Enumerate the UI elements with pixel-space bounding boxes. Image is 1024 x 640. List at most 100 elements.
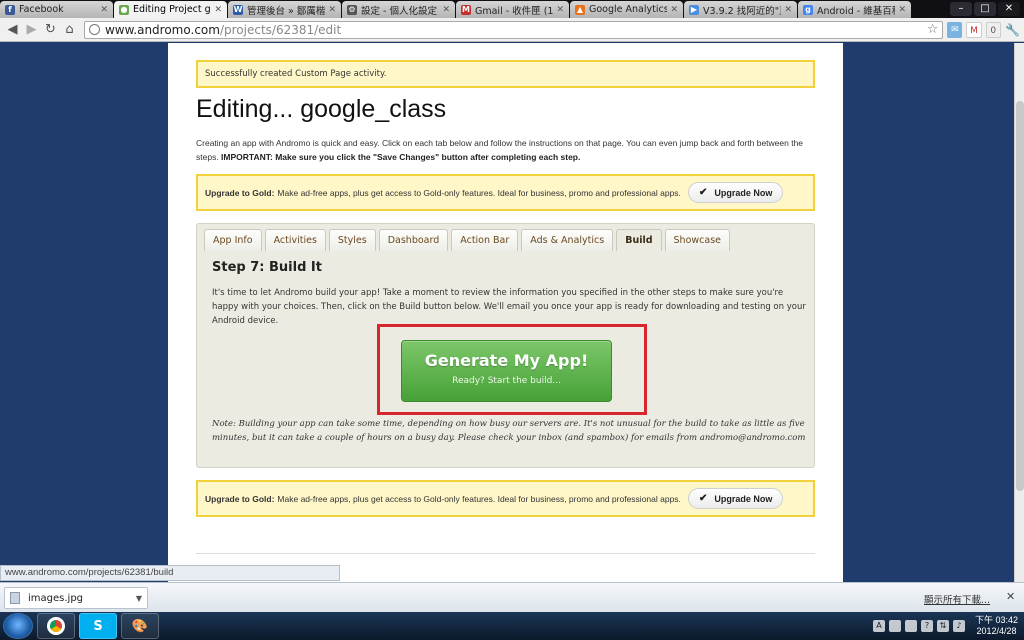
- volume-icon[interactable]: ♪: [952, 620, 965, 632]
- file-icon: [10, 592, 20, 604]
- close-tab-icon[interactable]: ✕: [100, 5, 108, 15]
- close-tab-icon[interactable]: ✕: [328, 5, 336, 15]
- upgrade-banner-top: Upgrade to Gold: Make ad-free apps, plus…: [196, 174, 815, 211]
- start-button[interactable]: [3, 613, 33, 639]
- wrench-menu-icon[interactable]: 🔧: [1005, 22, 1020, 38]
- url-host: www.andromo.com: [104, 22, 220, 37]
- wordpress-icon: W: [233, 4, 243, 15]
- browser-tab[interactable]: ▶ V3.9.2 找阿近的"直播✕: [684, 1, 797, 18]
- browser-tab[interactable]: ▲ Google Analytics ✕: [570, 1, 683, 18]
- clock-date: 2012/4/28: [976, 626, 1017, 636]
- step-title: Step 7: Build It: [212, 260, 322, 275]
- bookmark-star-icon[interactable]: ☆: [927, 22, 939, 37]
- page-title: Editing... google_class: [196, 95, 447, 123]
- close-tab-icon[interactable]: ✕: [670, 5, 678, 15]
- close-window-button[interactable]: ✕: [998, 2, 1020, 16]
- download-item[interactable]: images.jpg ▼: [4, 587, 148, 609]
- browser-tab-label: Facebook: [19, 4, 64, 15]
- upgrade-heading: Upgrade to Gold:: [205, 187, 275, 198]
- intro-text: Creating an app with Andromo is quick an…: [196, 136, 815, 164]
- facebook-icon: f: [5, 4, 15, 15]
- page-info-icon[interactable]: [88, 24, 100, 35]
- close-tab-icon[interactable]: ✕: [442, 5, 450, 15]
- gmail-icon: M: [461, 4, 471, 15]
- address-bar[interactable]: www.andromo.com/projects/62381/edit ☆: [83, 20, 944, 39]
- show-all-downloads-link[interactable]: 顯示所有下載...: [924, 592, 990, 606]
- close-tab-icon[interactable]: ✕: [898, 5, 906, 15]
- browser-toolbar: ◀ ▶ ↻ ⌂ www.andromo.com/projects/62381/e…: [0, 18, 1024, 42]
- download-filename: images.jpg: [28, 592, 84, 604]
- step-description: It's time to let Andromo build your app!…: [212, 288, 806, 326]
- back-icon[interactable]: ◀: [4, 21, 21, 39]
- tab-build[interactable]: Build: [616, 229, 662, 251]
- reload-icon[interactable]: ↻: [42, 21, 59, 39]
- close-tab-icon[interactable]: ✕: [556, 5, 564, 15]
- browser-tab[interactable]: ● Editing Project goo✕: [114, 1, 227, 18]
- link-status-bubble: www.andromo.com/projects/62381/build: [0, 565, 340, 581]
- scrollbar-thumb[interactable]: [1016, 101, 1024, 491]
- tab-dashboard[interactable]: Dashboard: [378, 229, 449, 251]
- gmail-checker-icon[interactable]: M: [966, 21, 982, 38]
- tab-showcase[interactable]: Showcase: [664, 229, 731, 251]
- windows-taskbar: S 🎨 A ? ⇅ ♪ 下午 03:42 2012/4/28: [0, 612, 1024, 640]
- browser-tab[interactable]: W 管理後台 » 鄒厲楷 ✕: [228, 1, 341, 18]
- browser-tab-label: Editing Project goo: [133, 4, 211, 15]
- generate-app-label: Generate My App!: [424, 351, 589, 370]
- intro-important: IMPORTANT: Make sure you click the "Save…: [221, 152, 581, 162]
- tab-ads-analytics[interactable]: Ads & Analytics: [521, 229, 614, 251]
- close-icon[interactable]: ✕: [1006, 590, 1015, 603]
- upgrade-banner-bottom: Upgrade to Gold: Make ad-free apps, plus…: [196, 480, 815, 517]
- minimize-button[interactable]: –: [950, 2, 972, 16]
- page-content: Successfully created Custom Page activit…: [168, 43, 843, 582]
- window-controls: – □ ✕: [948, 0, 1024, 18]
- forward-icon[interactable]: ▶: [23, 21, 40, 39]
- tab-styles[interactable]: Styles: [328, 229, 376, 251]
- clock[interactable]: 下午 03:42 2012/4/28: [975, 615, 1018, 637]
- project-tabs: App Info Activities Styles Dashboard Action …: [204, 229, 733, 251]
- upgrade-now-button[interactable]: ✔ Upgrade Now: [687, 182, 784, 203]
- chevron-down-icon[interactable]: ▼: [136, 594, 142, 603]
- network-icon[interactable]: ⇅: [936, 620, 949, 632]
- browser-tab-strip: fFacebook✕●Editing Project goo✕W管理後台 » 鄒…: [0, 0, 1024, 18]
- generate-app-sublabel: Ready? Start the build...: [452, 376, 561, 386]
- maximize-button[interactable]: □: [974, 2, 996, 16]
- close-tab-icon[interactable]: ✕: [784, 5, 792, 15]
- chrome-taskbar-icon[interactable]: [37, 613, 75, 639]
- ime-icon[interactable]: A: [872, 620, 885, 632]
- browser-tab-label: Google Analytics: [589, 4, 668, 15]
- browser-tab[interactable]: g Android - 維基百科 ✕: [798, 1, 911, 18]
- tab-action-bar[interactable]: Action Bar: [451, 229, 519, 251]
- tab-activities[interactable]: Activities: [264, 229, 326, 251]
- system-tray: A ? ⇅ ♪ 下午 03:42 2012/4/28: [869, 615, 1024, 637]
- vertical-scrollbar[interactable]: [1014, 43, 1024, 582]
- browser-tab-label: 管理後台 » 鄒厲楷: [247, 5, 326, 17]
- web-page: Successfully created Custom Page activit…: [0, 43, 1014, 582]
- download-shelf: images.jpg ▼ 顯示所有下載... ✕: [0, 582, 1024, 612]
- help-icon[interactable]: ?: [920, 620, 933, 632]
- generate-app-button[interactable]: Generate My App! Ready? Start the build.…: [401, 340, 612, 402]
- settings-icon: ⚙: [347, 4, 357, 15]
- gmail-count-badge[interactable]: 0: [985, 21, 1001, 38]
- browser-tab-label: Gmail - 收件匣 (1): [475, 5, 554, 17]
- analytics-icon: ▲: [575, 4, 585, 15]
- paint-taskbar-icon[interactable]: 🎨: [121, 613, 159, 639]
- build-tab-panel: App Info Activities Styles Dashboard Action …: [196, 223, 815, 468]
- home-icon[interactable]: ⌂: [61, 21, 78, 39]
- upgrade-text: Make ad-free apps, plus get access to Go…: [277, 493, 681, 504]
- upgrade-now-button[interactable]: ✔ Upgrade Now: [687, 488, 784, 509]
- skype-taskbar-icon[interactable]: S: [79, 613, 117, 639]
- browser-tab[interactable]: M Gmail - 收件匣 (1) ✕: [456, 1, 569, 18]
- build-note: Note: Building your app can take some ti…: [212, 419, 806, 443]
- tray-app-icon[interactable]: [888, 620, 901, 632]
- upgrade-now-label: Upgrade Now: [714, 187, 773, 198]
- play-icon: ▶: [689, 4, 699, 15]
- browser-tab[interactable]: f Facebook ✕: [0, 1, 113, 18]
- url-path: /projects/62381/edit: [219, 22, 342, 37]
- checkmark-icon: ✔: [698, 493, 708, 504]
- tab-app-info[interactable]: App Info: [204, 229, 262, 251]
- close-tab-icon[interactable]: ✕: [214, 5, 222, 15]
- extension-icon[interactable]: ✉: [947, 21, 963, 38]
- upgrade-heading: Upgrade to Gold:: [205, 493, 275, 504]
- browser-tab[interactable]: ⚙ 設定 - 個人化設定 ✕: [342, 1, 455, 18]
- tray-app-icon[interactable]: [904, 620, 917, 632]
